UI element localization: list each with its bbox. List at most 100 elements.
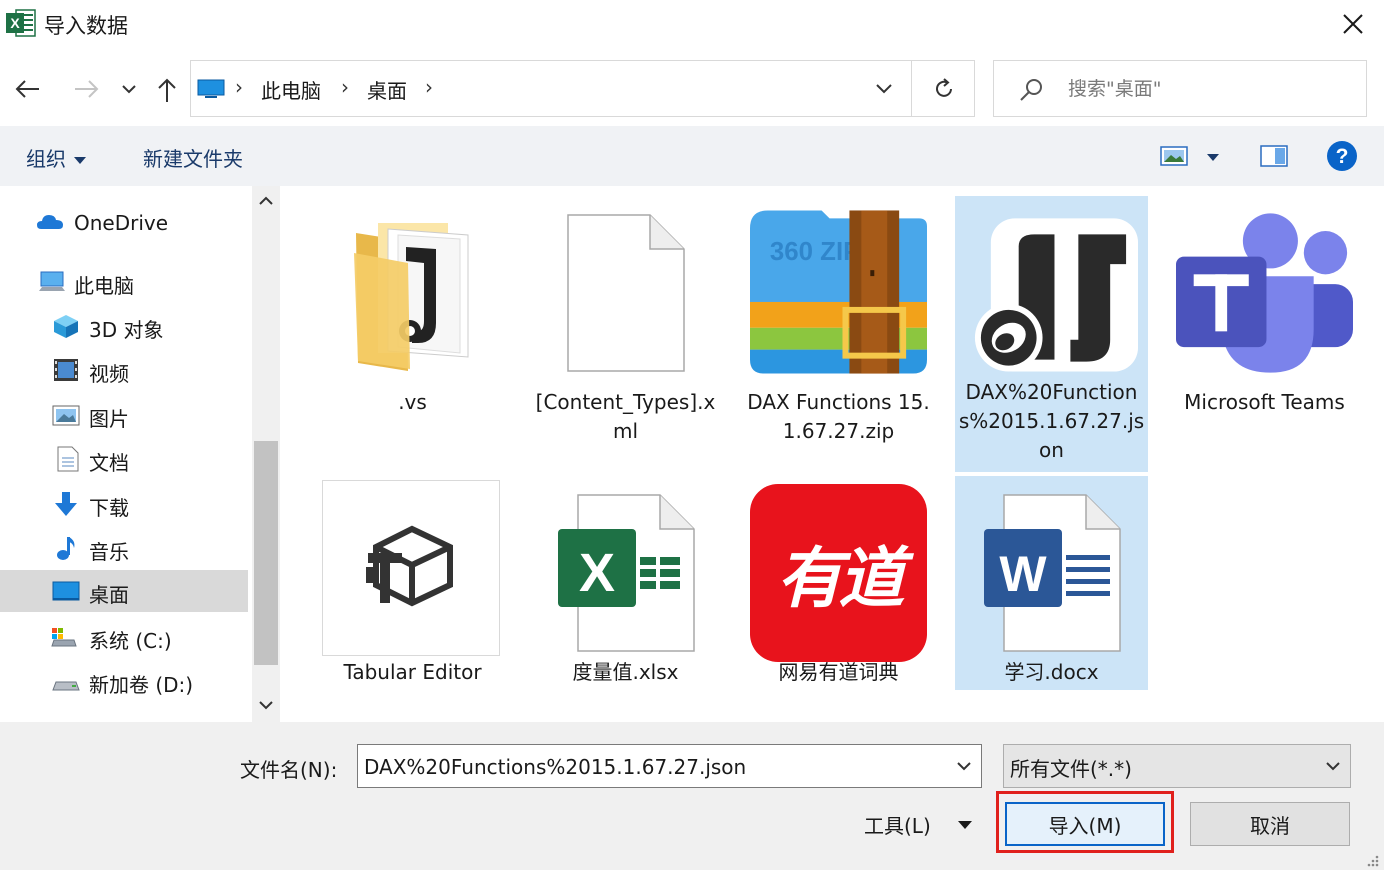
arrow-up-icon (158, 78, 176, 102)
preview-pane-button[interactable] (1258, 142, 1290, 170)
sidebar-item-label: 视频 (89, 362, 129, 386)
recent-locations-button[interactable] (114, 74, 144, 104)
scroll-up-button[interactable] (252, 186, 280, 216)
file-item-docx[interactable]: W 学习.docx (955, 476, 1148, 690)
cloud-icon (37, 215, 63, 229)
sidebar-item-this-pc[interactable]: 此电脑 (0, 261, 248, 303)
document-icon (57, 446, 79, 472)
thumbnail (537, 204, 714, 381)
search-input[interactable] (1068, 75, 1348, 103)
picture-icon (52, 405, 80, 426)
excel-icon: X (6, 9, 36, 37)
thumbnail: X (537, 484, 714, 661)
breadcrumb-separator: › (341, 75, 349, 99)
sidebar-item-label: 文档 (89, 451, 129, 475)
command-bar: 组织 新建文件夹 ? (0, 126, 1384, 186)
file-name: 学习.docx (1004, 660, 1099, 684)
search-icon (1020, 79, 1042, 101)
chevron-down-icon (122, 85, 136, 94)
breadcrumb-desktop[interactable]: 桌面 (367, 75, 407, 104)
filename-combobox[interactable] (357, 744, 982, 788)
thumbnail (324, 204, 501, 381)
organize-menu[interactable]: 组织 (26, 143, 86, 172)
close-button[interactable] (1330, 6, 1376, 42)
refresh-icon (936, 77, 952, 97)
chevron-down-icon (875, 84, 892, 94)
sidebar-item-drive-c[interactable]: 系统 (C:) (0, 616, 248, 658)
tools-menu-button[interactable]: 工具(L) (860, 802, 984, 846)
youdao-logo-text: 有道 (776, 539, 905, 617)
file-item-youdao[interactable]: 有道 网易有道词典 (742, 476, 935, 690)
file-item-vs[interactable]: .vs (316, 196, 509, 472)
address-bar[interactable]: › 此电脑 › 桌面 › (190, 60, 975, 117)
sidebar-item-label: 音乐 (89, 540, 129, 564)
sidebar-item-videos[interactable]: 视频 (0, 349, 248, 391)
sidebar-item-desktop[interactable]: 桌面 (0, 570, 248, 612)
file-name: 度量值.xlsx (572, 660, 679, 684)
file-item-dax-zip[interactable]: 360 ZIP DAX Functions 15.1.67.27.zip (742, 196, 935, 472)
thumbnail (1176, 204, 1353, 381)
file-name: 网易有道词典 (778, 660, 899, 684)
drive-icon (52, 681, 80, 691)
folder-icon (353, 222, 468, 371)
up-button[interactable] (150, 72, 184, 108)
sidebar-item-pictures[interactable]: 图片 (0, 394, 248, 436)
youdao-icon: 有道 (750, 483, 927, 662)
file-item-dax-json[interactable]: DAX%20Functions%2015.1.67.27.json (955, 196, 1148, 472)
file-item-tabular-editor[interactable]: Tabular Editor (316, 476, 509, 690)
file-name: DAX%20Functions%2015.1.67.27.json (958, 380, 1145, 462)
help-button[interactable]: ? (1325, 139, 1359, 173)
resize-grip-icon[interactable] (1362, 850, 1380, 868)
cube-icon (54, 315, 78, 338)
close-icon (1343, 14, 1363, 34)
sidebar-item-label: OneDrive (74, 211, 169, 235)
sidebar-item-3d-objects[interactable]: 3D 对象 (0, 305, 248, 347)
chevron-up-icon (259, 196, 273, 205)
tabular-editor-icon (366, 525, 453, 607)
sidebar-item-label: 桌面 (89, 583, 129, 607)
file-item-xlsx[interactable]: X 度量值.xlsx (529, 476, 722, 690)
sidebar-item-drive-d[interactable]: 新加卷 (D:) (0, 660, 248, 702)
address-history-dropdown[interactable] (856, 61, 912, 116)
desktop-icon (52, 581, 80, 601)
caret-down-icon (74, 157, 86, 164)
sidebar-item-onedrive[interactable]: OneDrive (0, 202, 248, 244)
file-item-content-types[interactable]: [Content_Types].xml (529, 196, 722, 472)
new-folder-button[interactable]: 新建文件夹 (143, 143, 243, 172)
file-type-select[interactable]: 所有文件(*.*) (1003, 744, 1351, 788)
file-name: Microsoft Teams (1184, 390, 1345, 414)
sidebar-scrollbar[interactable] (252, 186, 280, 722)
sidebar-item-music[interactable]: 音乐 (0, 527, 248, 569)
navigation-bar: › 此电脑 › 桌面 › (0, 50, 1384, 126)
search-box[interactable] (993, 60, 1367, 117)
refresh-button[interactable] (913, 61, 975, 116)
filename-dropdown-button[interactable] (947, 745, 981, 787)
sidebar-item-label: 系统 (C:) (89, 629, 172, 653)
sidebar-item-label: 下载 (89, 496, 129, 520)
thumbnail: 有道 (750, 483, 927, 662)
word-file-icon: W (983, 493, 1121, 652)
filename-input[interactable] (364, 753, 944, 781)
breadcrumb-this-pc[interactable]: 此电脑 (261, 75, 321, 104)
drive-system-icon (51, 628, 77, 647)
svg-text:X: X (10, 15, 20, 31)
cancel-button[interactable]: 取消 (1190, 802, 1350, 846)
sidebar-item-documents[interactable]: 文档 (0, 438, 248, 480)
file-name: .vs (398, 390, 427, 414)
back-button[interactable] (10, 72, 46, 106)
breadcrumb-separator: › (425, 75, 433, 99)
navigation-pane: OneDrive 此电脑 3D 对象 视频 图片 文档 下载 音乐 桌面 系统 … (0, 186, 252, 722)
scroll-thumb[interactable] (254, 441, 278, 665)
change-view-button[interactable] (1158, 144, 1190, 168)
view-options-dropdown[interactable] (1200, 148, 1226, 166)
sidebar-item-downloads[interactable]: 下载 (0, 483, 248, 525)
scroll-down-button[interactable] (252, 690, 280, 720)
breadcrumb-separator: › (235, 75, 243, 99)
file-type-dropdown-button[interactable] (1316, 745, 1350, 787)
import-button[interactable]: 导入(M) (1005, 802, 1165, 846)
thumbnail (322, 480, 500, 656)
file-item-microsoft-teams[interactable]: Microsoft Teams (1168, 196, 1361, 472)
forward-button[interactable] (68, 72, 104, 106)
dialog-footer: 文件名(N): 所有文件(*.*) 工具(L) 导入(M) 取消 (0, 722, 1384, 870)
preview-pane-icon (1260, 145, 1288, 167)
